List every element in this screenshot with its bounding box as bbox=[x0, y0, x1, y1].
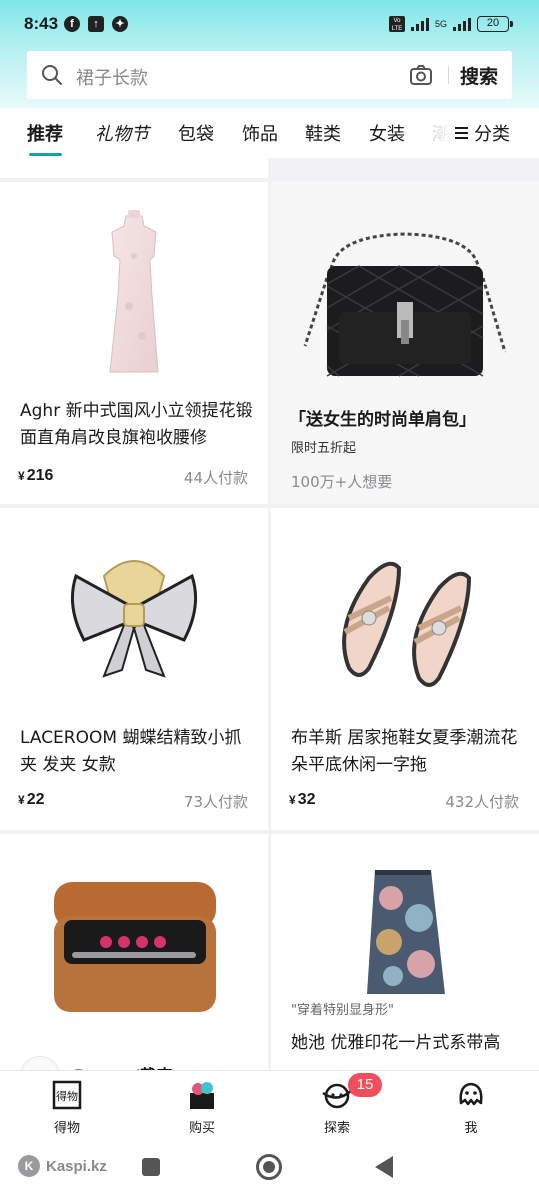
promo-subtitle: 限时五折起 bbox=[291, 441, 357, 456]
nav-label: 购买 bbox=[188, 1121, 215, 1136]
bottom-navigation: 得物 得物 购买 探索 15 我 bbox=[0, 1070, 539, 1144]
kaspi-label: Kaspi.kz bbox=[46, 1157, 107, 1175]
tab-accessories[interactable]: 饰品 bbox=[242, 120, 278, 146]
search-icon bbox=[42, 65, 62, 85]
product-title: Aghr 新中式国风小立领提花锻面直角肩改良旗袍收腰修 bbox=[20, 401, 253, 448]
tabs-fade bbox=[422, 108, 452, 158]
search-input[interactable]: 裙子长款 bbox=[76, 64, 148, 90]
promo-want-count: 100万+人想要 bbox=[291, 473, 393, 491]
product-image-slippers bbox=[342, 561, 472, 687]
nav-label: 探索 bbox=[323, 1121, 350, 1136]
product-title: LACEROOM 蝴蝶结精致小抓夹 发夹 女款 bbox=[20, 728, 242, 775]
category-label: 分类 bbox=[474, 124, 510, 145]
product-feed: Aghr 新中式国风小立领提花锻面直角肩改良旗袍收腰修 ¥216 44人付款 「… bbox=[0, 158, 539, 1070]
search-bar[interactable]: 裙子长款 搜索 bbox=[27, 51, 512, 99]
brand-avatar bbox=[20, 1056, 60, 1070]
tab-active-indicator bbox=[29, 153, 62, 156]
nav-dewu[interactable]: 得物 得物 bbox=[27, 1079, 107, 1136]
product-image-dyson-case bbox=[54, 882, 216, 1012]
paid-count: 73人付款 bbox=[183, 793, 248, 811]
search-divider bbox=[448, 66, 449, 84]
brand-name: Dyson/戴森 bbox=[74, 1062, 173, 1070]
product-card[interactable]: Dyson/戴森 bbox=[0, 834, 268, 1070]
currency-symbol: ¥ bbox=[18, 793, 25, 807]
product-title: 布羊斯 居家拖鞋女夏季潮流花朵平底休闲一字拖 bbox=[291, 728, 518, 775]
network-type: 5G bbox=[434, 19, 447, 29]
paid-count: 432人付款 bbox=[445, 793, 519, 811]
promo-card[interactable]: 「送女生的时尚单肩包」 限时五折起 100万+人想要 bbox=[271, 182, 539, 504]
kaspi-watermark: K Kaspi.kz bbox=[18, 1155, 107, 1177]
battery-icon: 20 bbox=[477, 16, 513, 32]
price-value: 216 bbox=[26, 467, 54, 484]
profile-face-icon bbox=[459, 1082, 483, 1106]
previous-card-edge bbox=[0, 158, 268, 178]
product-card[interactable]: LACEROOM 蝴蝶结精致小抓夹 发夹 女款 ¥22 73人付款 bbox=[0, 508, 268, 830]
product-image-hair-claw bbox=[70, 560, 198, 678]
tab-recommend[interactable]: 推荐 bbox=[27, 120, 63, 146]
nav-label: 得物 bbox=[53, 1121, 80, 1136]
kaspi-logo-icon: K bbox=[18, 1155, 40, 1177]
paid-count: 44人付款 bbox=[183, 469, 248, 487]
product-card[interactable]: "穿着特别显身形" 她池 优雅印花一片式系带高 bbox=[271, 834, 539, 1070]
volte-icon: Vo LTE bbox=[388, 16, 405, 32]
signal-2-icon bbox=[453, 17, 471, 31]
product-price: ¥22 bbox=[18, 791, 44, 809]
back-button[interactable] bbox=[375, 1156, 393, 1178]
search-button[interactable]: 搜索 bbox=[460, 62, 498, 89]
recent-apps-button[interactable] bbox=[142, 1158, 160, 1176]
camera-icon[interactable] bbox=[409, 64, 433, 86]
facebook-icon: f bbox=[64, 16, 80, 32]
product-price: ¥32 bbox=[289, 791, 315, 809]
signal-icon bbox=[410, 17, 429, 31]
nav-label: 我 bbox=[464, 1121, 478, 1136]
category-button[interactable]: 分类 bbox=[455, 120, 510, 146]
tab-gift-festival[interactable]: 礼物节 bbox=[95, 120, 149, 146]
product-image-qipao bbox=[109, 210, 159, 373]
dewu-logo-icon: 得物 bbox=[52, 1080, 82, 1110]
notification-badge: 15 bbox=[348, 1073, 382, 1097]
currency-symbol: ¥ bbox=[289, 793, 296, 807]
tab-shoes[interactable]: 鞋类 bbox=[305, 120, 341, 146]
product-card[interactable]: 布羊斯 居家拖鞋女夏季潮流花朵平底休闲一字拖 ¥32 432人付款 bbox=[271, 508, 539, 830]
shopping-box-icon bbox=[190, 1082, 214, 1109]
tab-bags[interactable]: 包袋 bbox=[178, 120, 214, 146]
currency-symbol: ¥ bbox=[18, 469, 25, 483]
review-quote: "穿着特别显身形" bbox=[291, 1003, 394, 1018]
nav-buy[interactable]: 购买 bbox=[162, 1079, 242, 1136]
system-navigation-bar: K Kaspi.kz bbox=[0, 1144, 539, 1200]
price-value: 32 bbox=[297, 791, 316, 808]
nav-me[interactable]: 我 bbox=[431, 1079, 511, 1136]
upload-icon: ↑ bbox=[88, 16, 104, 32]
product-image-shoulder-bag bbox=[303, 232, 507, 377]
status-right: Vo LTE 5G 20 bbox=[388, 15, 513, 33]
product-image-printed-skirt bbox=[367, 870, 445, 994]
app-notification-icon: ✦ bbox=[112, 16, 128, 32]
product-price: ¥216 bbox=[18, 467, 53, 485]
status-bar: 8:43 f ↑ ✦ Vo LTE 5G 20 bbox=[0, 0, 539, 50]
tab-womens-clothing[interactable]: 女装 bbox=[369, 120, 405, 146]
status-time: 8:43 bbox=[24, 14, 59, 33]
product-card[interactable]: Aghr 新中式国风小立领提花锻面直角肩改良旗袍收腰修 ¥216 44人付款 bbox=[0, 182, 268, 504]
product-title: 她池 优雅印花一片式系带高 bbox=[291, 1033, 501, 1053]
menu-icon bbox=[455, 127, 468, 139]
category-tabs: 推荐 礼物节 包袋 饰品 鞋类 女装 潮 分类 bbox=[0, 108, 539, 158]
price-value: 22 bbox=[26, 791, 45, 808]
promo-title: 「送女生的时尚单肩包」 bbox=[289, 410, 476, 430]
svg-text:得物: 得物 bbox=[56, 1089, 78, 1103]
home-button[interactable] bbox=[256, 1154, 282, 1180]
